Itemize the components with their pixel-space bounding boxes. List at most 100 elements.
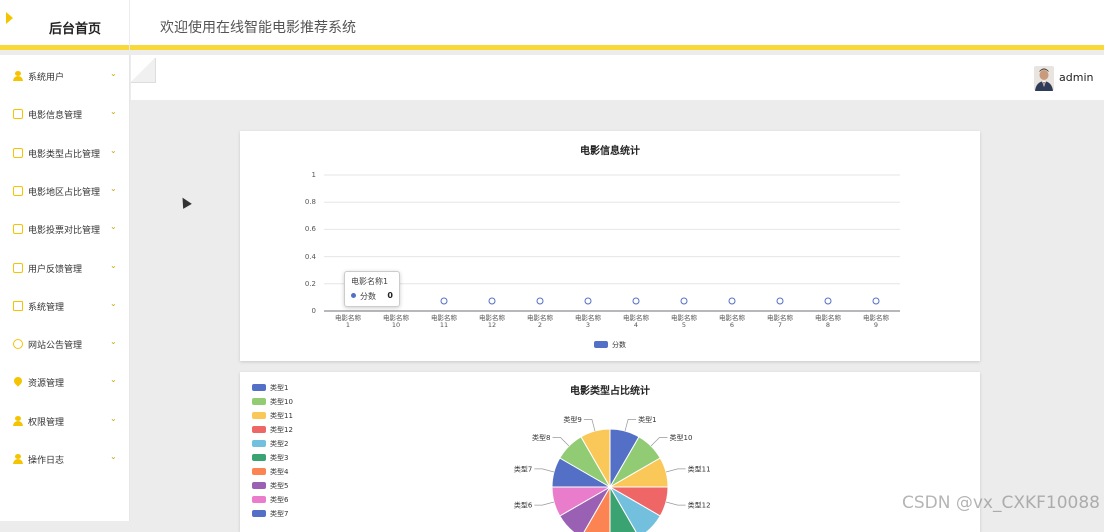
sidebar-item-label: 电影类型占比管理 — [28, 147, 100, 160]
chevron-down-icon: ⌄ — [110, 337, 117, 346]
sidebar-item[interactable]: 网站公告管理 ⌄ — [0, 323, 130, 361]
username[interactable]: admin — [1059, 71, 1093, 84]
edit-icon — [13, 186, 23, 196]
chevron-down-icon: ⌄ — [110, 299, 117, 308]
logo-area[interactable]: 后台首页 — [0, 0, 130, 50]
data-point[interactable] — [441, 298, 447, 304]
chevron-down-icon: ⌄ — [110, 261, 117, 270]
data-point[interactable] — [825, 298, 831, 304]
chevron-down-icon: ⌄ — [110, 146, 117, 155]
sidebar-item-label: 操作日志 — [28, 453, 64, 466]
movie-info-chart-card: 电影信息统计 00.20.40.60.81电影名称 1电影名称 10电影名称 1… — [240, 131, 980, 361]
tooltip-dot — [351, 293, 356, 298]
pie-label: 类型10 — [669, 433, 692, 442]
sidebar-item-label: 电影地区占比管理 — [28, 185, 100, 198]
sidebar-item-label: 权限管理 — [28, 415, 64, 428]
data-point[interactable] — [681, 298, 687, 304]
tooltip-title: 电影名称1 — [351, 276, 393, 287]
top-bar: 后台首页 欢迎使用在线智能电影推荐系统 — [0, 0, 1104, 50]
data-point[interactable] — [585, 298, 591, 304]
pie-label: 类型9 — [563, 415, 581, 424]
sidebar-item[interactable]: 操作日志 ⌄ — [0, 438, 130, 476]
data-point[interactable] — [777, 298, 783, 304]
y-tick-label: 0 — [296, 307, 316, 315]
avatar[interactable] — [1034, 66, 1054, 91]
legend-swatch[interactable] — [594, 341, 608, 348]
sidebar-item-label: 电影投票对比管理 — [28, 223, 100, 236]
data-point[interactable] — [537, 298, 543, 304]
x-tick-label: 电影名称 2 — [520, 315, 560, 329]
x-tick-label: 电影名称 7 — [760, 315, 800, 329]
x-tick-label: 电影名称 5 — [664, 315, 704, 329]
x-tick-label: 电影名称 6 — [712, 315, 752, 329]
sidebar-item-label: 用户反馈管理 — [28, 262, 82, 275]
pie-label: 类型6 — [514, 501, 533, 510]
data-point[interactable] — [489, 298, 495, 304]
image-icon — [13, 301, 23, 311]
sidebar-item[interactable]: 用户反馈管理 ⌄ — [0, 247, 130, 285]
sidebar-item-label: 系统管理 — [28, 300, 64, 313]
legend-label[interactable]: 分数 — [612, 340, 626, 350]
sidebar-item-label: 网站公告管理 — [28, 338, 82, 351]
pie-label: 类型12 — [688, 501, 711, 510]
label-leader-line — [534, 502, 554, 505]
sidebar-item-label: 系统用户 — [28, 70, 64, 83]
chart-tooltip: 电影名称1 分数 0 — [344, 271, 400, 307]
label-leader-line — [666, 502, 686, 505]
label-leader-line — [553, 438, 569, 446]
sub-header: admin — [131, 55, 1104, 100]
sidebar-item[interactable]: 电影投票对比管理⌄ — [0, 208, 130, 246]
movie-type-chart-card: 电影类型占比统计 类型1类型10类型11类型12类型2类型3类型4类型5类型6类… — [240, 372, 980, 532]
edit-icon — [13, 148, 23, 158]
x-tick-label: 电影名称 9 — [856, 315, 896, 329]
edit-icon — [13, 224, 23, 234]
x-tick-label: 电影名称 10 — [376, 315, 416, 329]
x-tick-label: 电影名称 1 — [328, 315, 368, 329]
pin-icon — [12, 376, 23, 387]
y-tick-label: 0.6 — [296, 225, 316, 233]
label-leader-line — [666, 469, 686, 472]
home-title[interactable]: 后台首页 — [0, 18, 150, 37]
label-leader-line — [534, 469, 554, 472]
data-point[interactable] — [729, 298, 735, 304]
watermark: CSDN @vx_CXKF10088 — [902, 493, 1100, 513]
user-icon — [13, 416, 23, 426]
pie-label: 类型11 — [688, 464, 711, 473]
sidebar-item[interactable]: 资源管理 ⌄ — [0, 361, 130, 399]
data-point[interactable] — [633, 298, 639, 304]
movie-type-pie-chart: 类型1类型10类型11类型12类型9类型8类型7类型6 — [240, 372, 980, 532]
pie-label: 类型7 — [514, 464, 532, 473]
y-tick-label: 0.2 — [296, 280, 316, 288]
edit-icon — [13, 109, 23, 119]
chevron-down-icon: ⌄ — [110, 452, 117, 461]
sidebar-item[interactable]: 系统管理 ⌄ — [0, 285, 130, 323]
x-tick-label: 电影名称 8 — [808, 315, 848, 329]
pie-label: 类型1 — [638, 415, 656, 424]
data-point[interactable] — [873, 298, 879, 304]
label-leader-line — [584, 419, 595, 431]
chevron-down-icon: ⌄ — [110, 69, 117, 78]
sidebar-item[interactable]: 电影地区占比管理 ⌄ — [0, 170, 130, 208]
x-tick-label: 电影名称 12 — [472, 315, 512, 329]
sidebar-item[interactable]: 电影信息管理⌄ — [0, 93, 130, 131]
chevron-down-icon: ⌄ — [110, 414, 117, 423]
x-tick-label: 电影名称 11 — [424, 315, 464, 329]
chevron-down-icon: ⌄ — [110, 184, 117, 193]
sidebar-item[interactable]: 电影类型占比管理 ⌄ — [0, 132, 130, 170]
sidebar-item-label: 电影信息管理 — [28, 108, 82, 121]
y-tick-label: 1 — [296, 171, 316, 179]
x-tick-label: 电影名称 3 — [568, 315, 608, 329]
chevron-down-icon: ⌄ — [110, 375, 117, 384]
sidebar-item-label: 资源管理 — [28, 376, 64, 389]
edit-icon — [13, 263, 23, 273]
system-title: 欢迎使用在线智能电影推荐系统 — [160, 17, 356, 37]
label-leader-line — [625, 419, 636, 431]
sidebar-toggle-button[interactable] — [131, 58, 155, 82]
sidebar-item[interactable]: 权限管理 ⌄ — [0, 400, 130, 438]
tooltip-value: 0 — [387, 291, 393, 300]
sidebar-item[interactable]: 系统用户 ⌄ — [0, 55, 130, 93]
y-tick-label: 0.4 — [296, 253, 316, 261]
tooltip-series: 分数 — [360, 291, 376, 302]
x-tick-label: 电影名称 4 — [616, 315, 656, 329]
info-icon — [13, 339, 23, 349]
